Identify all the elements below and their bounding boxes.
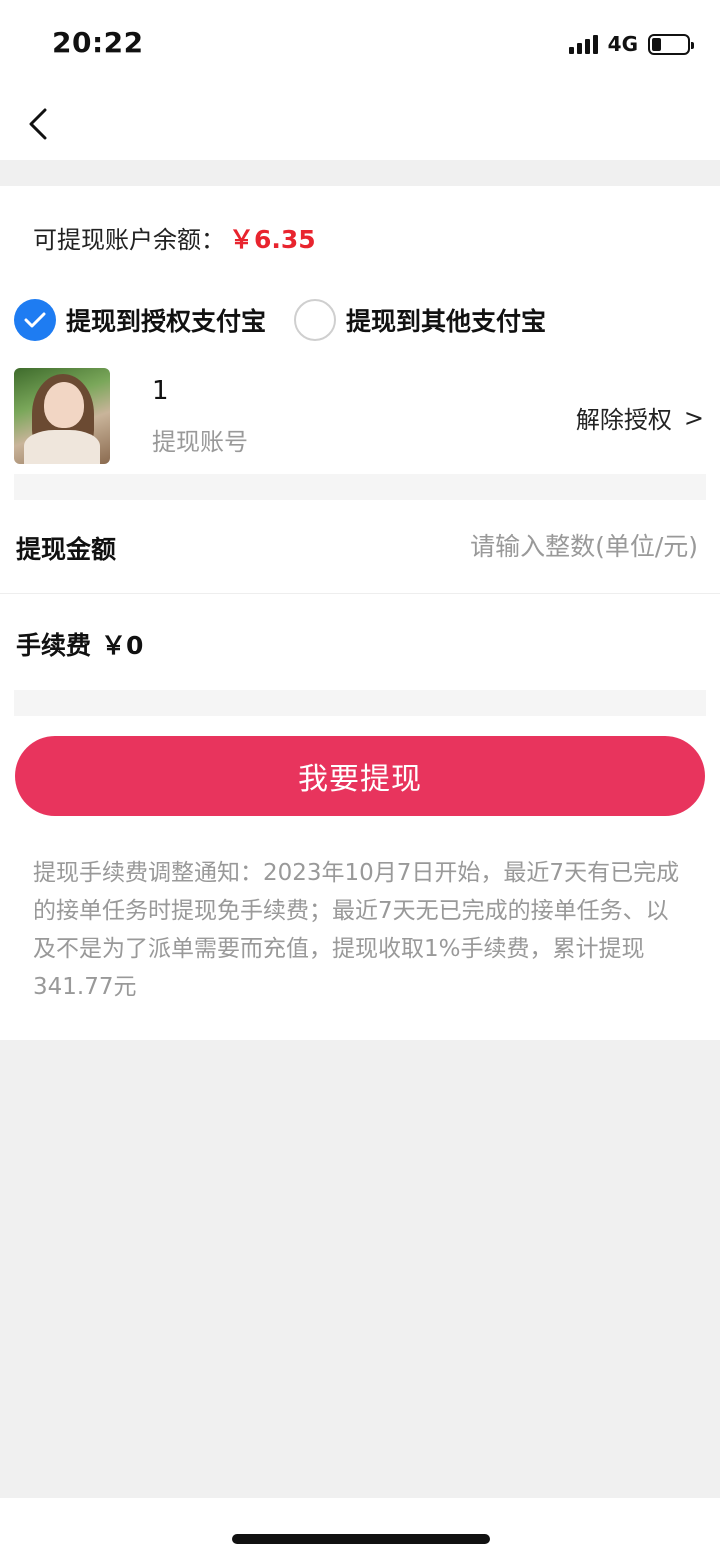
unbind-button[interactable]: 解除授权 > xyxy=(576,400,704,435)
fee-value: ￥0 xyxy=(101,631,144,660)
option-authorized-label: 提现到授权支付宝 xyxy=(66,307,267,336)
unbind-label: 解除授权 xyxy=(575,406,672,434)
amount-label: 提现金额 xyxy=(16,535,117,564)
balance-row: 可提现账户余额： ￥6.35 xyxy=(33,220,316,256)
checkmark-icon xyxy=(24,312,46,328)
battery-level xyxy=(652,37,661,51)
back-button[interactable] xyxy=(18,102,58,146)
signal-icon xyxy=(568,34,598,54)
option-authorized-alipay[interactable]: 提现到授权支付宝 xyxy=(14,299,266,341)
home-indicator[interactable] xyxy=(232,1534,490,1544)
section-divider xyxy=(14,474,706,500)
nav-bar xyxy=(0,88,720,160)
home-indicator-area xyxy=(0,1498,720,1558)
fee-notice: 提现手续费调整通知：2023年10月7日开始，最近7天有已完成的接单任务时提现免… xyxy=(33,860,680,1000)
chevron-left-icon xyxy=(29,108,47,140)
checked-radio-icon xyxy=(14,299,56,341)
network-label: 4G xyxy=(607,32,638,56)
status-bar: 20:22 4G xyxy=(0,0,720,88)
status-time: 20:22 xyxy=(52,26,144,59)
unchecked-radio-icon xyxy=(294,299,337,341)
amount-input[interactable] xyxy=(378,522,698,570)
account-row: 1 提现账号 解除授权 > xyxy=(14,368,706,468)
withdraw-button[interactable]: 我要提现 xyxy=(15,736,705,816)
account-name: 1 xyxy=(152,376,169,406)
withdraw-target-options: 提现到授权支付宝 提现到其他支付宝 xyxy=(14,298,574,342)
option-other-alipay[interactable]: 提现到其他支付宝 xyxy=(294,299,546,341)
account-label: 提现账号 xyxy=(152,428,248,456)
balance-value: ￥6.35 xyxy=(229,225,316,254)
amount-row: 提现金额 xyxy=(0,500,720,594)
fee-label: 手续费 xyxy=(16,631,92,660)
battery-icon xyxy=(648,33,694,55)
balance-label: 可提现账户余额： xyxy=(33,226,225,254)
withdraw-card: 可提现账户余额： ￥6.35 提现到授权支付宝 提现到其他支付宝 1 提现账号 … xyxy=(0,186,720,1040)
chevron-right-icon: > xyxy=(683,403,704,432)
option-other-label: 提现到其他支付宝 xyxy=(346,307,547,336)
section-divider xyxy=(14,690,706,716)
status-indicators: 4G xyxy=(568,30,694,58)
fee-row: 手续费 ￥0 xyxy=(16,626,143,662)
avatar xyxy=(14,368,110,464)
